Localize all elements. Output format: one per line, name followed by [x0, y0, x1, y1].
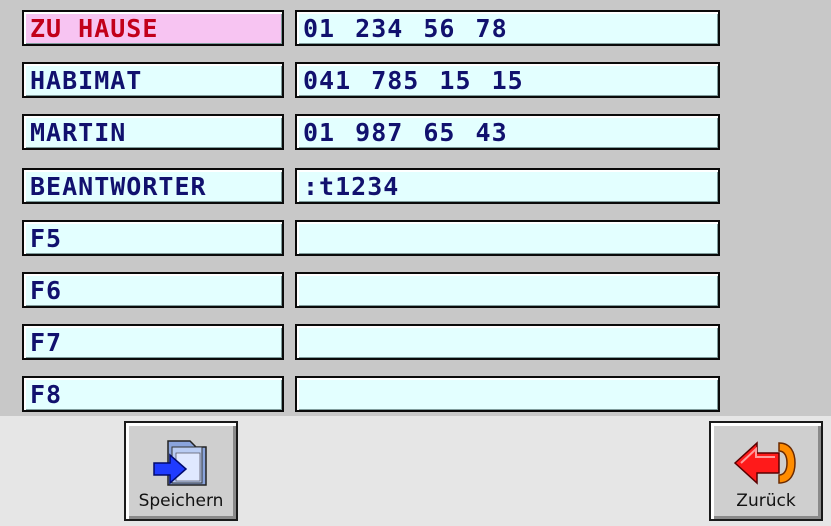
speed-dial-row: BEANTWORTER :t1234: [22, 168, 722, 204]
save-button-label: Speichern: [138, 491, 224, 511]
back-arrow-icon: [733, 441, 796, 485]
entry-number-field[interactable]: 01 987 65 43: [295, 114, 720, 150]
entry-number-field[interactable]: 041 785 15 15: [295, 62, 720, 98]
entry-name-field[interactable]: BEANTWORTER: [22, 168, 284, 204]
entry-name-field[interactable]: MARTIN: [22, 114, 284, 150]
speed-dial-row: F5: [22, 220, 722, 256]
entry-number-field[interactable]: [295, 220, 720, 256]
speed-dial-row: F6: [22, 272, 722, 308]
back-button-label: Zurück: [736, 491, 796, 511]
entry-name-field[interactable]: ZU HAUSE: [22, 10, 284, 46]
entry-number-field[interactable]: [295, 376, 720, 412]
speed-dial-row: F7: [22, 324, 722, 360]
entry-number-field[interactable]: :t1234: [295, 168, 720, 204]
entry-number-field[interactable]: [295, 324, 720, 360]
save-button[interactable]: Speichern: [124, 421, 238, 521]
back-button[interactable]: Zurück: [709, 421, 823, 521]
entry-name-field[interactable]: F5: [22, 220, 284, 256]
folder-arrow-icon: [153, 440, 207, 486]
speed-dial-row: HABIMAT 041 785 15 15: [22, 62, 722, 98]
entry-number-field[interactable]: [295, 272, 720, 308]
entry-name-field[interactable]: HABIMAT: [22, 62, 284, 98]
entry-name-field[interactable]: F7: [22, 324, 284, 360]
entry-number-field[interactable]: 01 234 56 78: [295, 10, 720, 46]
speed-dial-row: ZU HAUSE 01 234 56 78: [22, 10, 722, 46]
entry-name-field[interactable]: F8: [22, 376, 284, 412]
speed-dial-row: MARTIN 01 987 65 43: [22, 114, 722, 150]
entry-name-field[interactable]: F6: [22, 272, 284, 308]
speed-dial-row: F8: [22, 376, 722, 412]
